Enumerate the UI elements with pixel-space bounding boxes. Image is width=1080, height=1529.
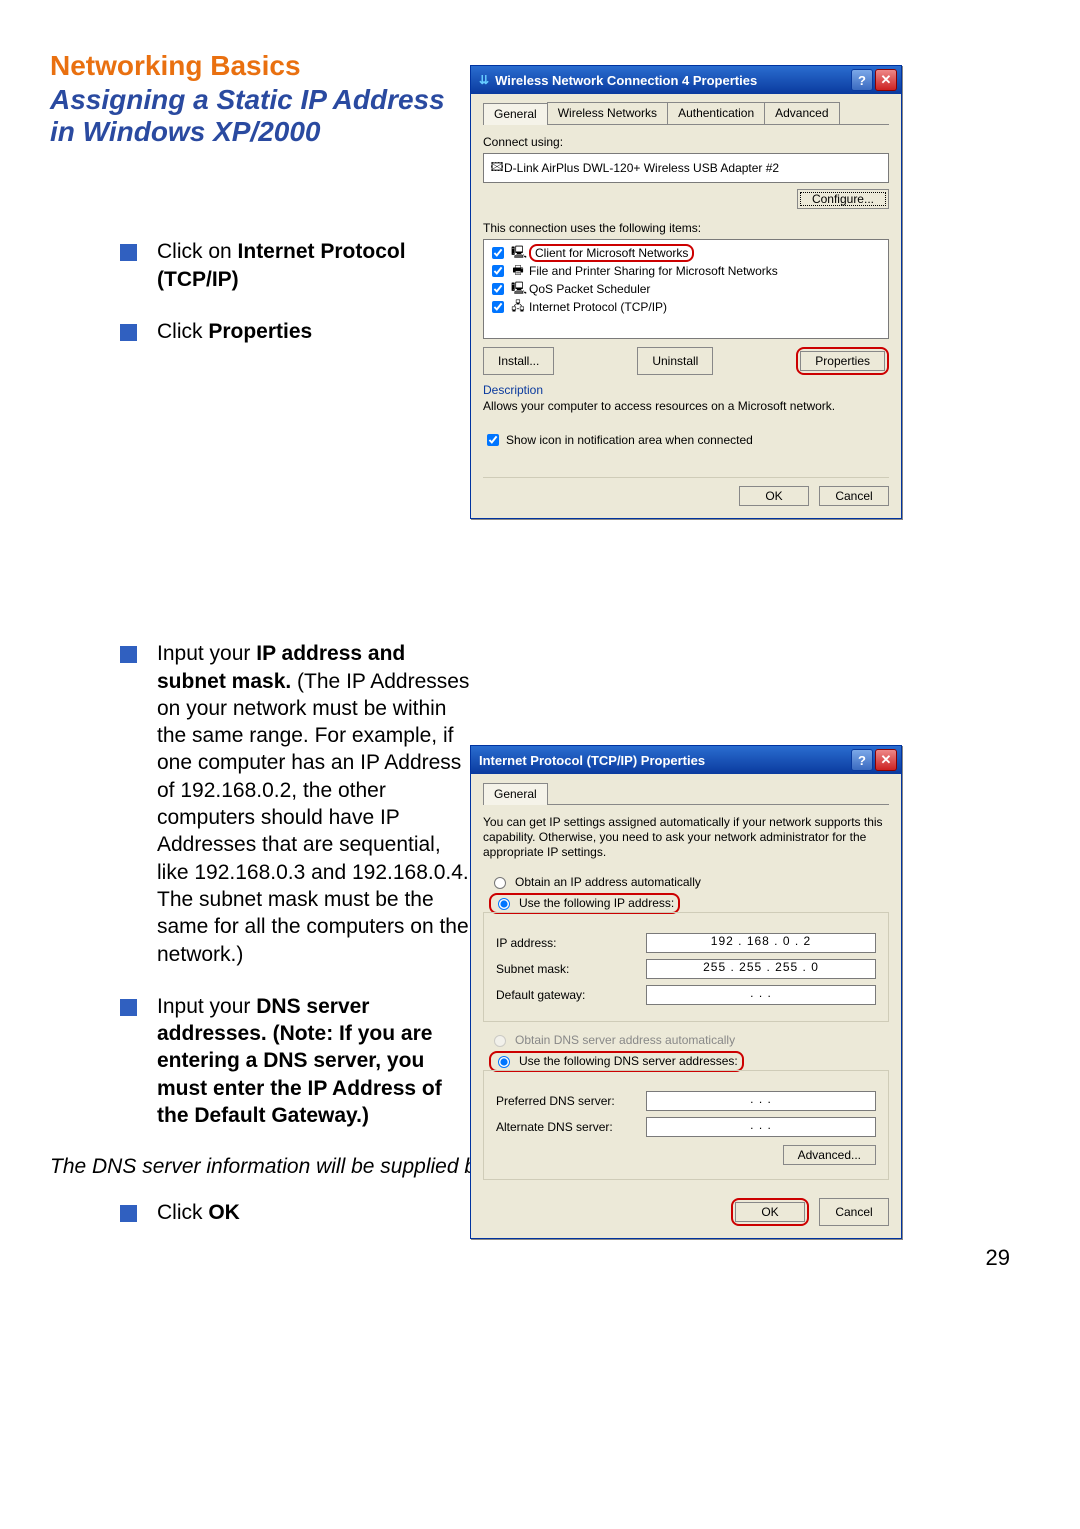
- ip-settings-group: IP address: 192 . 168 . 0 . 2 Subnet mas…: [483, 912, 889, 1022]
- dialog-titlebar[interactable]: ⇊ Wireless Network Connection 4 Properti…: [471, 66, 901, 94]
- alternate-dns-label: Alternate DNS server:: [496, 1120, 646, 1134]
- subnet-mask-label: Subnet mask:: [496, 962, 646, 976]
- radio-input[interactable]: [498, 898, 510, 910]
- tab-strip: General: [483, 782, 889, 805]
- close-button[interactable]: ✕: [875, 749, 897, 771]
- default-gateway-label: Default gateway:: [496, 988, 646, 1002]
- bullet-square: [120, 1205, 137, 1222]
- network-icon: ⇊: [479, 73, 489, 87]
- item-label: Client for Microsoft Networks: [529, 244, 694, 262]
- bullet-text: Input your: [157, 642, 256, 665]
- tab-wireless-networks[interactable]: Wireless Networks: [547, 102, 668, 124]
- radio-obtain-dns-auto: Obtain DNS server address automatically: [489, 1032, 889, 1047]
- radio-use-following-dns[interactable]: Use the following DNS server addresses:: [489, 1051, 889, 1072]
- heading-main: Networking Basics: [50, 50, 470, 82]
- cancel-button[interactable]: Cancel: [819, 1198, 889, 1226]
- alternate-dns-input[interactable]: . . .: [646, 1117, 876, 1137]
- adapter-name: D-Link AirPlus DWL-120+ Wireless USB Ada…: [504, 161, 779, 175]
- dialog-title: Internet Protocol (TCP/IP) Properties: [479, 753, 849, 768]
- item-label: QoS Packet Scheduler: [529, 282, 650, 296]
- show-icon-checkbox[interactable]: [487, 434, 499, 446]
- adapter-field[interactable]: 🖾 D-Link AirPlus DWL-120+ Wireless USB A…: [483, 153, 889, 183]
- configure-button[interactable]: Configure...: [797, 189, 889, 209]
- properties-button[interactable]: Properties: [800, 351, 885, 371]
- preferred-dns-input[interactable]: . . .: [646, 1091, 876, 1111]
- item-checkbox[interactable]: [492, 283, 504, 295]
- wireless-connection-properties-dialog: ⇊ Wireless Network Connection 4 Properti…: [470, 65, 902, 519]
- tab-general[interactable]: General: [483, 783, 548, 805]
- radio-obtain-ip-auto[interactable]: Obtain an IP address automatically: [489, 874, 889, 889]
- item-label: File and Printer Sharing for Microsoft N…: [529, 264, 778, 278]
- preferred-dns-label: Preferred DNS server:: [496, 1094, 646, 1108]
- radio-label: Obtain an IP address automatically: [515, 875, 701, 889]
- bullet-tcpip: Click on Internet Protocol (TCP/IP): [120, 238, 470, 293]
- item-checkbox[interactable]: [492, 265, 504, 277]
- bullet-dns: Input your DNS server addresses. (Note: …: [120, 993, 470, 1129]
- bullet-square: [120, 646, 137, 663]
- ip-address-input[interactable]: 192 . 168 . 0 . 2: [646, 933, 876, 953]
- description-label: Description: [483, 383, 889, 397]
- bullet-text: Click: [157, 320, 208, 343]
- info-text: You can get IP settings assigned automat…: [483, 815, 889, 860]
- bullet-text: Click on: [157, 240, 238, 263]
- radio-use-following-ip[interactable]: Use the following IP address:: [489, 893, 889, 914]
- radio-input[interactable]: [498, 1056, 510, 1068]
- bullet-rest: (The IP Addresses on your network must b…: [157, 670, 469, 966]
- item-checkbox[interactable]: [492, 301, 504, 313]
- tcp-ip-properties-dialog: Internet Protocol (TCP/IP) Properties ? …: [470, 745, 902, 1239]
- connection-items-list[interactable]: 🖳 Client for Microsoft Networks 🖶 File a…: [483, 239, 889, 339]
- radio-input[interactable]: [494, 877, 506, 889]
- list-item[interactable]: 🖶 File and Printer Sharing for Microsoft…: [488, 262, 884, 280]
- bullet-text: Input your: [157, 995, 256, 1018]
- bullet-bold: Properties: [208, 320, 312, 343]
- subnet-mask-input[interactable]: 255 . 255 . 255 . 0: [646, 959, 876, 979]
- description-text: Allows your computer to access resources…: [483, 399, 889, 413]
- tab-strip: General Wireless Networks Authentication…: [483, 102, 889, 125]
- bullet-square: [120, 999, 137, 1016]
- default-gateway-input[interactable]: . . .: [646, 985, 876, 1005]
- dns-settings-group: Preferred DNS server: . . . Alternate DN…: [483, 1070, 889, 1180]
- radio-label: Obtain DNS server address automatically: [515, 1033, 735, 1047]
- radio-label: Use the following DNS server addresses:: [519, 1054, 738, 1068]
- install-button[interactable]: Install...: [483, 347, 554, 375]
- connect-using-label: Connect using:: [483, 135, 889, 149]
- bullet-bold: OK: [208, 1201, 240, 1224]
- cancel-button[interactable]: Cancel: [819, 486, 889, 506]
- tab-general[interactable]: General: [483, 103, 548, 125]
- radio-label: Use the following IP address:: [519, 896, 674, 910]
- bullet-square: [120, 244, 137, 261]
- ip-address-label: IP address:: [496, 936, 646, 950]
- item-checkbox[interactable]: [492, 247, 504, 259]
- tab-advanced[interactable]: Advanced: [764, 102, 839, 124]
- uninstall-button[interactable]: Uninstall: [637, 347, 713, 375]
- ok-button[interactable]: OK: [735, 1202, 805, 1222]
- bullet-ip-subnet: Input your IP address and subnet mask. (…: [120, 640, 470, 968]
- protocol-icon: 🖧: [511, 297, 525, 318]
- show-icon-label: Show icon in notification area when conn…: [506, 433, 753, 447]
- help-button[interactable]: ?: [851, 749, 873, 771]
- bullet-square: [120, 324, 137, 341]
- dialog-titlebar[interactable]: Internet Protocol (TCP/IP) Properties ? …: [471, 746, 901, 774]
- bullet-properties: Click Properties: [120, 318, 470, 345]
- list-item[interactable]: 🖳 Client for Microsoft Networks: [488, 244, 884, 262]
- bullet-text: Click: [157, 1201, 208, 1224]
- list-item[interactable]: 🖳 QoS Packet Scheduler: [488, 280, 884, 298]
- help-button[interactable]: ?: [851, 69, 873, 91]
- close-button[interactable]: ✕: [875, 69, 897, 91]
- radio-input: [494, 1035, 506, 1047]
- dialog-title: Wireless Network Connection 4 Properties: [495, 73, 849, 88]
- list-item[interactable]: 🖧 Internet Protocol (TCP/IP): [488, 298, 884, 316]
- ok-button[interactable]: OK: [739, 486, 809, 506]
- uses-items-label: This connection uses the following items…: [483, 221, 889, 235]
- nic-icon: 🖾: [490, 158, 504, 179]
- page-number: 29: [986, 1245, 1010, 1271]
- heading-sub-line: Assigning a Static IP Address in Windows…: [50, 84, 470, 148]
- item-label: Internet Protocol (TCP/IP): [529, 300, 667, 314]
- advanced-button[interactable]: Advanced...: [783, 1145, 876, 1165]
- tab-authentication[interactable]: Authentication: [667, 102, 765, 124]
